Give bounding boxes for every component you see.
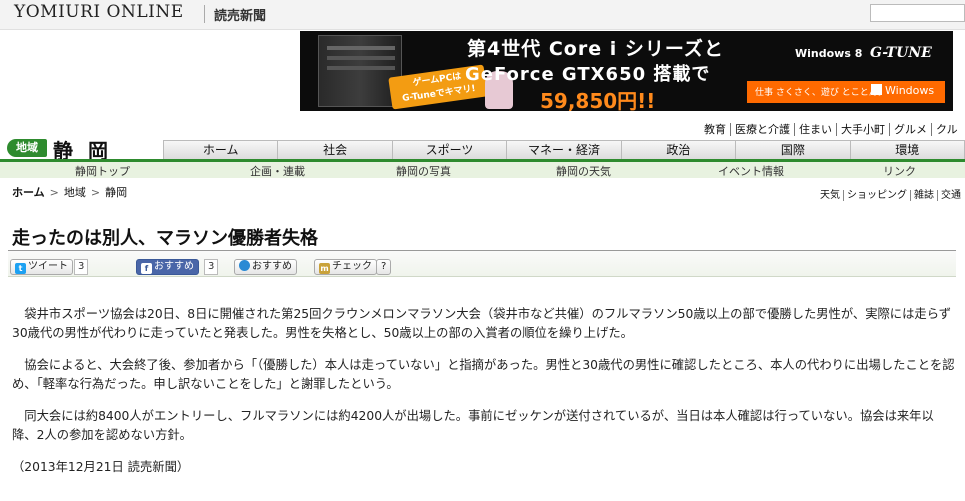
- subnav-photos[interactable]: 静岡の写真: [396, 163, 451, 179]
- ad-headline-2: GeForce GTX650 搭載で: [465, 64, 711, 85]
- tweet-label: ツイート: [28, 261, 68, 272]
- tab-world[interactable]: 国際: [736, 141, 851, 159]
- tweet-count: 3: [74, 259, 89, 275]
- tab-money[interactable]: マネー・経済: [507, 141, 622, 159]
- subnav-weather[interactable]: 静岡の天気: [556, 163, 611, 179]
- breadcrumb: ホーム > 地域 > 静岡: [12, 184, 127, 200]
- category-links: 教育 医療と介護 住まい 大手小町 グルメ クル: [700, 121, 962, 137]
- subnav-links[interactable]: リンク: [883, 163, 916, 179]
- site-logo[interactable]: YOMIURI ONLINE: [14, 2, 184, 22]
- facebook-recommend-button[interactable]: f おすすめ: [136, 259, 199, 275]
- search-input[interactable]: [870, 4, 965, 22]
- breadcrumb-region[interactable]: 地域: [64, 186, 86, 199]
- breadcrumb-home[interactable]: ホーム: [12, 186, 45, 199]
- ad-brand-logo: G-TUNE: [870, 45, 932, 61]
- breadcrumb-shizuoka[interactable]: 静岡: [105, 186, 127, 199]
- ad-banner[interactable]: ゲームPCは G-Tuneでキマリ! 第4世代 Core i シリーズと GeF…: [300, 31, 953, 111]
- article-paragraph: 同大会には約8400人がエントリーし、フルマラソンには約4200人が出場した。事…: [12, 409, 934, 442]
- link-weather[interactable]: 天気: [817, 190, 844, 201]
- link-magazine[interactable]: 雑誌: [911, 190, 938, 201]
- article-headline: 走ったのは別人、マラソン優勝者失格: [12, 228, 318, 249]
- social-bar: t ツイート 3 f おすすめ 3 おすすめ m チェック ?: [8, 251, 956, 277]
- ad-pc-image: [318, 35, 402, 107]
- facebook-label: おすすめ: [154, 261, 194, 272]
- breadcrumb-separator: >: [49, 186, 59, 199]
- link-car[interactable]: クル: [932, 123, 962, 136]
- check-icon: m: [319, 263, 330, 274]
- ad-price: 59,850円!!: [540, 89, 656, 111]
- article-dateline: （2013年12月21日 読売新聞）: [12, 460, 190, 474]
- ad-windows-button[interactable]: Windows: [871, 84, 934, 97]
- help-button[interactable]: ?: [376, 259, 392, 275]
- link-education[interactable]: 教育: [700, 123, 731, 136]
- utility-links: 天気 ショッピング 雑誌 交通: [817, 186, 964, 201]
- link-komachi[interactable]: 大手小町: [837, 123, 890, 136]
- tab-home[interactable]: ホーム: [164, 141, 279, 159]
- site-logo-sub[interactable]: 読売新聞: [214, 5, 266, 24]
- link-traffic[interactable]: 交通: [938, 190, 964, 201]
- region-badge: 地域: [7, 139, 47, 157]
- article-paragraph: 袋井市スポーツ協会は20日、8日に開催された第25回クラウンメロンマラソン大会（…: [12, 307, 952, 340]
- ad-headline-1: 第4世代 Core i シリーズと: [467, 38, 724, 60]
- tweet-button[interactable]: t ツイート: [10, 259, 73, 275]
- link-gourmet[interactable]: グルメ: [890, 123, 932, 136]
- subnav-events[interactable]: イベント情報: [718, 163, 784, 179]
- twitter-icon: t: [15, 263, 26, 274]
- link-housing[interactable]: 住まい: [795, 123, 837, 136]
- mixi-recommend-button[interactable]: おすすめ: [234, 259, 297, 275]
- windows-logo-icon: [871, 84, 882, 95]
- ad-os-label: Windows 8: [795, 47, 863, 60]
- facebook-icon: f: [141, 263, 152, 274]
- sub-nav: 静岡トップ 企画・連載 静岡の写真 静岡の天気 イベント情報 リンク: [0, 162, 965, 178]
- tab-politics[interactable]: 政治: [622, 141, 737, 159]
- tab-sports[interactable]: スポーツ: [393, 141, 508, 159]
- ad-orange-strip: 仕事 さくさく、遊び とことん。 Windows: [747, 81, 945, 103]
- top-bar: YOMIURI ONLINE 読売新聞: [0, 0, 965, 30]
- article-paragraph: 協会によると、大会終了後、参加者から「（優勝した）本人は走っていない」と指摘があ…: [12, 358, 955, 391]
- tab-society[interactable]: 社会: [278, 141, 393, 159]
- breadcrumb-separator: >: [90, 186, 101, 199]
- mixi-label: おすすめ: [252, 261, 292, 272]
- tab-environment[interactable]: 環境: [851, 141, 964, 159]
- main-nav: ホーム 社会 スポーツ マネー・経済 政治 国際 環境: [163, 140, 965, 160]
- facebook-count: 3: [204, 259, 219, 275]
- link-medical[interactable]: 医療と介護: [731, 123, 795, 136]
- article-body: 袋井市スポーツ協会は20日、8日に開催された第25回クラウンメロンマラソン大会（…: [12, 305, 958, 490]
- check-label: チェック: [332, 261, 372, 272]
- ad-tagline: 仕事 さくさく、遊び とことん。: [755, 88, 887, 98]
- subnav-features[interactable]: 企画・連載: [250, 163, 305, 179]
- logo-divider: [204, 5, 205, 23]
- mixi-check-button[interactable]: m チェック: [314, 259, 377, 275]
- ad-windows-label: Windows: [885, 84, 935, 97]
- link-shopping[interactable]: ショッピング: [844, 190, 911, 201]
- subnav-shizuoka-top[interactable]: 静岡トップ: [75, 163, 130, 179]
- mixi-icon: [239, 260, 250, 271]
